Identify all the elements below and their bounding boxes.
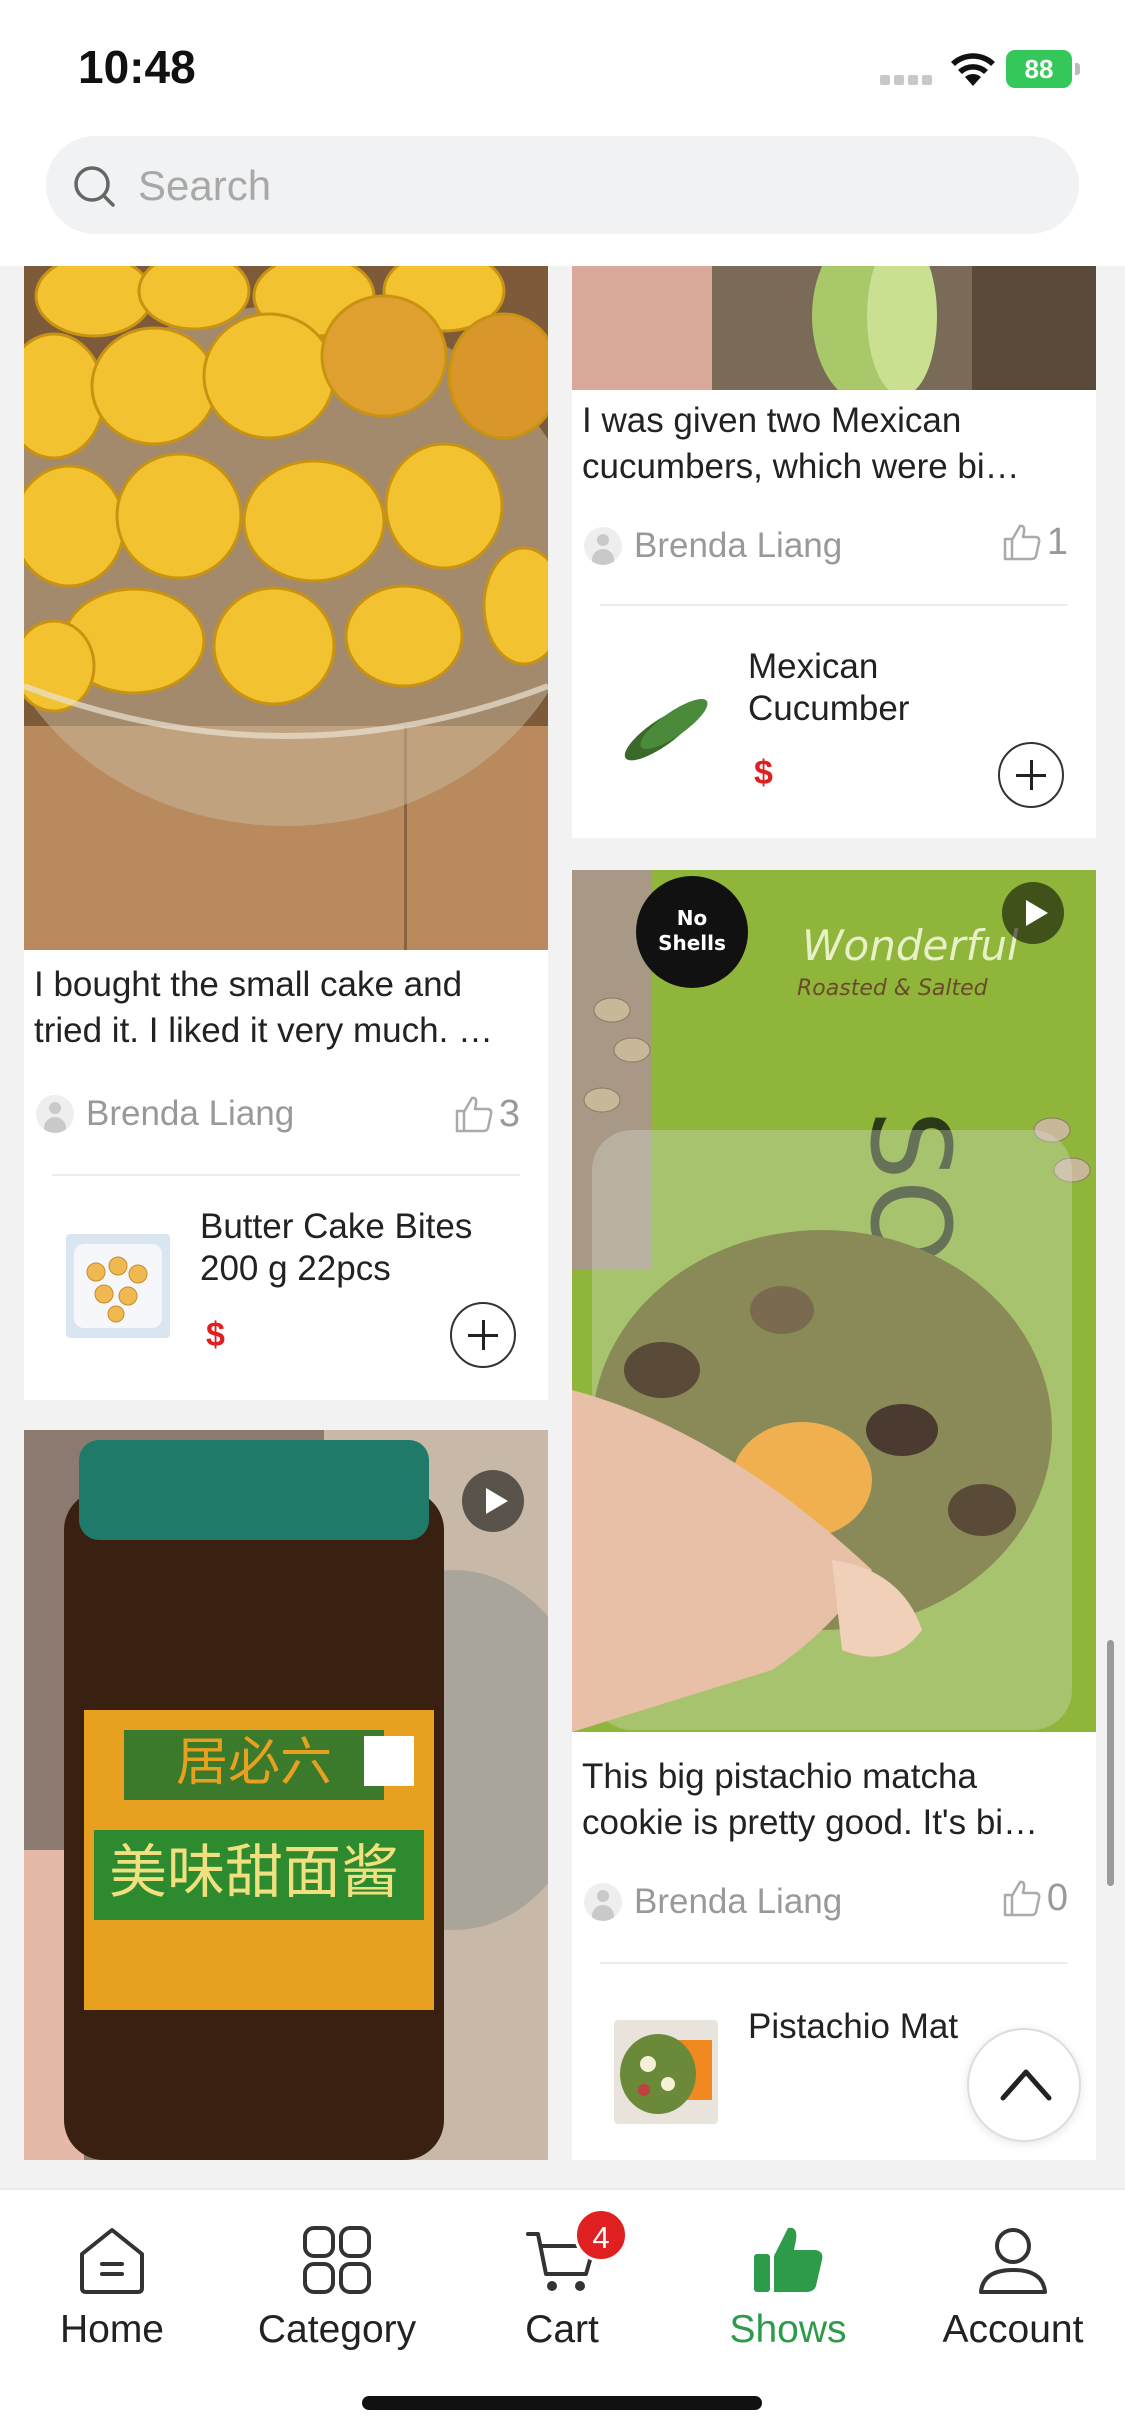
post-photo[interactable] <box>24 266 548 950</box>
scrollbar[interactable] <box>1107 1640 1114 1886</box>
cellular-signal-icon <box>880 72 936 85</box>
account-icon <box>979 2228 1047 2294</box>
tab-label: Cart <box>525 2308 599 2351</box>
svg-text:Wonderful: Wonderful <box>802 921 1019 970</box>
search-icon <box>74 166 115 207</box>
chevron-up-icon <box>1000 2069 1052 2101</box>
author-name: Brenda Liang <box>86 1094 295 1133</box>
like-button[interactable]: 3 <box>453 1084 520 1144</box>
battery-level: 88 <box>1006 50 1072 88</box>
product-thumbnail[interactable] <box>614 674 718 778</box>
product-thumbnail[interactable] <box>66 1234 170 1338</box>
avatar <box>584 527 622 565</box>
cart-count-badge: 4 <box>574 2208 628 2262</box>
thumbs-up-icon <box>1003 1880 1041 1917</box>
product-name[interactable]: Butter Cake Bites 200 g 22pcs <box>200 1206 472 1290</box>
post-card[interactable]: I bought the small cake and tried it. I … <box>24 266 548 1400</box>
tab-home[interactable]: Home <box>42 2220 182 2370</box>
post-caption[interactable]: I bought the small cake and tried it. I … <box>34 962 536 1054</box>
tab-shows[interactable]: Shows <box>716 2220 860 2370</box>
author-name: Brenda Liang <box>634 526 843 565</box>
home-indicator[interactable] <box>362 2396 762 2410</box>
search-placeholder: Search <box>138 162 272 209</box>
category-icon <box>303 2226 371 2294</box>
battery-icon: 88 <box>1006 50 1082 88</box>
shows-feed[interactable]: I bought the small cake and tried it. I … <box>0 266 1125 2160</box>
post-photo[interactable]: No Shells Wonderful Roasted & Salted SO <box>572 870 1096 1732</box>
thumbs-up-icon <box>754 2227 823 2292</box>
screen: 10:48 88 Search I bought the small cake … <box>0 0 1125 2436</box>
home-icon <box>80 2228 144 2294</box>
tab-account[interactable]: Account <box>926 2220 1100 2370</box>
search-bar-area: Search <box>0 130 1125 266</box>
video-play-icon[interactable] <box>1002 882 1064 944</box>
post-caption[interactable]: I was given two Mexican cucumbers, which… <box>582 398 1084 490</box>
tab-label: Category <box>257 2308 417 2351</box>
product-price: $ <box>754 754 773 792</box>
post-author[interactable]: Brenda Liang <box>584 516 842 576</box>
avatar <box>36 1095 74 1133</box>
svg-text:居必六: 居必六 <box>176 1733 332 1793</box>
post-card[interactable]: No Shells Wonderful Roasted & Salted SO … <box>572 870 1096 2160</box>
tab-label: Account <box>942 2308 1084 2351</box>
product-thumbnail[interactable] <box>614 2020 718 2124</box>
divider <box>600 604 1068 606</box>
search-input[interactable]: Search <box>46 136 1079 234</box>
svg-text:Roasted & Salted: Roasted & Salted <box>797 976 989 1001</box>
status-time: 10:48 <box>78 41 196 93</box>
avatar <box>584 1883 622 1921</box>
product-price: $ <box>206 1316 225 1354</box>
like-button[interactable]: 0 <box>1001 1868 1068 1928</box>
svg-text:美味甜面酱: 美味甜面酱 <box>109 1838 399 1906</box>
author-name: Brenda Liang <box>634 1882 843 1921</box>
thumbs-up-icon <box>1003 524 1041 561</box>
post-author[interactable]: Brenda Liang <box>36 1084 294 1144</box>
tab-category[interactable]: Category <box>242 2220 432 2370</box>
svg-text:No: No <box>677 906 707 930</box>
wifi-icon <box>951 53 995 86</box>
scroll-to-top-button[interactable] <box>967 2028 1081 2142</box>
post-photo[interactable] <box>572 266 1096 390</box>
divider <box>600 1962 1068 1964</box>
like-count: 0 <box>1046 1876 1068 1919</box>
svg-text:Shells: Shells <box>658 931 726 955</box>
product-name[interactable]: Mexican Cucumber <box>748 646 909 730</box>
like-count: 1 <box>1046 520 1068 563</box>
post-card[interactable]: I was given two Mexican cucumbers, which… <box>572 266 1096 838</box>
product-name[interactable]: Pistachio Mat <box>748 2006 958 2048</box>
post-author[interactable]: Brenda Liang <box>584 1872 842 1932</box>
add-to-cart-button[interactable] <box>998 742 1064 808</box>
divider <box>52 1174 520 1176</box>
post-photo[interactable]: 居必六 美味甜面酱 <box>24 1430 548 2160</box>
tab-label: Home <box>59 2308 165 2351</box>
add-to-cart-button[interactable] <box>450 1302 516 1368</box>
status-bar: 10:48 88 <box>0 0 1125 130</box>
video-play-icon[interactable] <box>462 1470 524 1532</box>
thumbs-up-icon <box>455 1096 493 1133</box>
post-card[interactable]: 居必六 美味甜面酱 <box>24 1430 548 2160</box>
tab-label: Shows <box>729 2308 847 2351</box>
like-count: 3 <box>498 1092 520 1135</box>
like-button[interactable]: 1 <box>1001 512 1068 572</box>
post-caption[interactable]: This big pistachio matcha cookie is pret… <box>582 1754 1084 1846</box>
